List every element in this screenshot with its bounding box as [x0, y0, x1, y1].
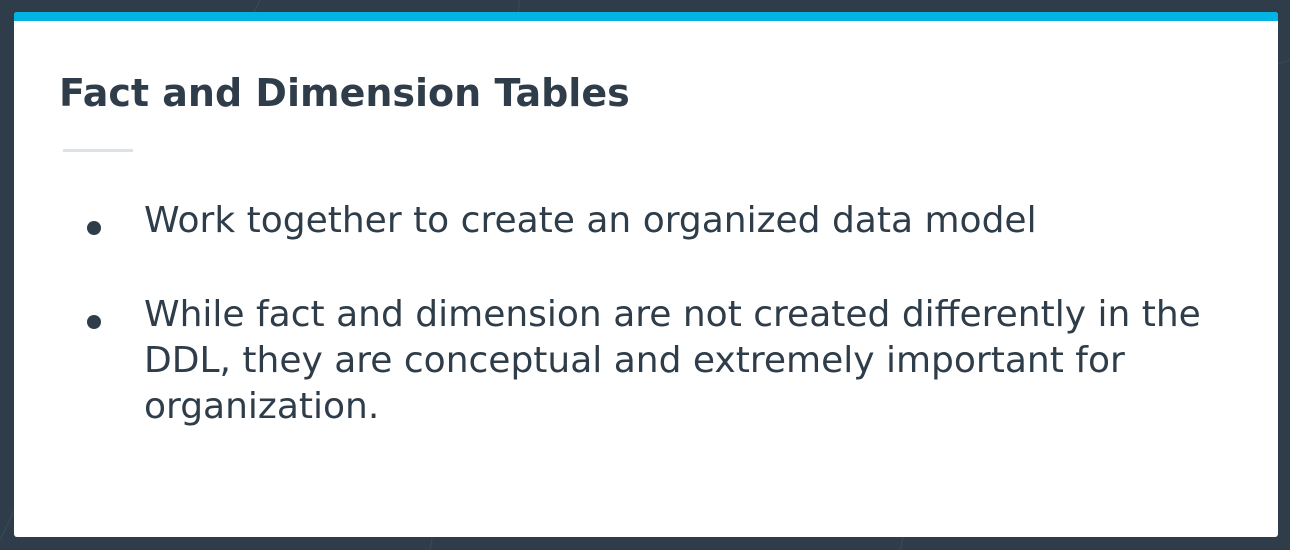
bullet-dot-icon: [87, 315, 101, 329]
slide-title: Fact and Dimension Tables: [59, 71, 630, 115]
slide-accent-bar: [14, 12, 1278, 21]
bullet-dot-icon: [87, 221, 101, 235]
bullet-text: While fact and dimension are not created…: [144, 294, 1201, 427]
bullet-text: Work together to create an organized dat…: [144, 200, 1037, 241]
title-divider: [63, 149, 133, 152]
slide-card: Fact and Dimension Tables Work together …: [14, 12, 1278, 537]
